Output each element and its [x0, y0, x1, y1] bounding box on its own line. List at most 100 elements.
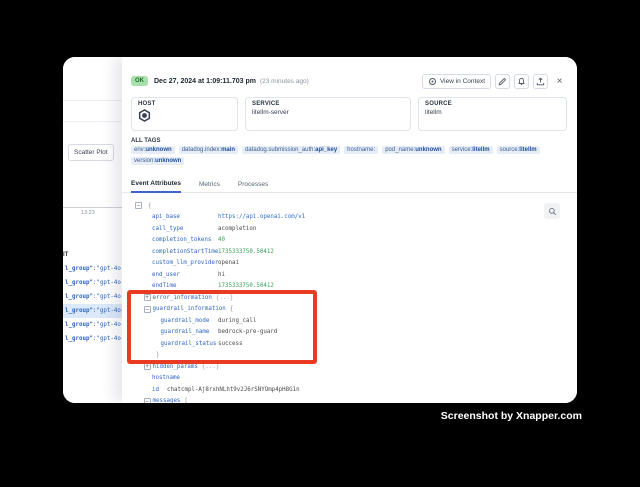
view-in-context-label: View in Context	[440, 78, 485, 85]
row-key: l_group"	[65, 322, 93, 328]
json-value: acompletion	[218, 226, 256, 232]
tag-value: unknown	[155, 158, 181, 164]
pencil-icon	[498, 77, 507, 86]
scope-icon	[428, 77, 437, 86]
tag-pill[interactable]: pod_name:unknown	[382, 146, 444, 154]
row-value: :"gpt-4o	[93, 308, 121, 314]
collapse-icon[interactable]: −	[144, 398, 151, 403]
mute-button[interactable]	[514, 74, 529, 89]
tag-key: version:	[134, 158, 155, 164]
json-key: id	[152, 387, 159, 393]
view-in-context-button[interactable]: View in Context	[422, 74, 491, 89]
json-key: completion_tokens	[152, 237, 211, 243]
json-row: completionStartTime1735333750.50412	[122, 246, 577, 258]
axis-tick-label: 13:23	[81, 210, 95, 216]
export-icon	[536, 77, 545, 86]
table-column-header: IT	[63, 252, 68, 258]
close-icon: ×	[557, 76, 563, 87]
json-value: 1735333750.50412	[218, 249, 274, 255]
tab-bar: Event Attributes Metrics Processes	[122, 175, 577, 193]
json-row: api_base https://api.openai.com/v1	[122, 212, 577, 224]
close-button[interactable]: ×	[552, 74, 567, 89]
search-button[interactable]	[544, 203, 560, 219]
json-key: call_type	[152, 226, 183, 232]
table-row[interactable]: l_group":"gpt-4o	[63, 262, 122, 276]
tag-key: datadog.submission_auth:	[245, 147, 315, 153]
json-row: −messages[	[122, 396, 577, 404]
host-box[interactable]: HOST	[131, 97, 238, 131]
table-row[interactable]: l_group":"gpt-4o	[63, 290, 122, 304]
edit-button[interactable]	[495, 74, 510, 89]
row-key: l_group"	[65, 266, 93, 272]
panel-header: OK Dec 27, 2024 at 1:09:11.703 pm (23 mi…	[131, 72, 567, 90]
json-key: hidden_params	[153, 364, 198, 370]
tag-key: hostname:	[347, 147, 375, 153]
json-key: messages	[153, 398, 181, 403]
service-label: SERVICE	[252, 101, 404, 107]
json-key: completionStartTime	[152, 249, 218, 255]
tag-value: litellm	[519, 147, 536, 153]
chart-axis-line	[63, 207, 122, 208]
json-value: {	[148, 203, 152, 209]
row-value: :"gpt-4o	[93, 322, 121, 328]
tag-key: source:	[500, 147, 520, 153]
divider	[63, 100, 122, 101]
tab-event-attributes[interactable]: Event Attributes	[131, 180, 181, 193]
collapse-icon[interactable]: −	[135, 202, 142, 209]
source-box[interactable]: SOURCE litellm	[418, 97, 567, 131]
table-rows: l_group":"gpt-4ol_group":"gpt-4ol_group"…	[63, 262, 122, 346]
all-tags-label: ALL TAGS	[131, 138, 160, 144]
tab-metrics[interactable]: Metrics	[199, 181, 220, 192]
expand-icon[interactable]: +	[144, 363, 151, 370]
export-button[interactable]	[533, 74, 548, 89]
host-hexagon-icon	[138, 109, 231, 122]
row-key: l_group"	[65, 280, 93, 286]
scatter-plot-button[interactable]: Scatter Plot	[68, 144, 114, 161]
service-box[interactable]: SERVICE litellm-server	[245, 97, 411, 131]
event-timestamp: Dec 27, 2024 at 1:09:11.703 pm	[154, 78, 256, 85]
tag-value: unknown	[415, 147, 441, 153]
tag-pill[interactable]: version:unknown	[131, 157, 184, 165]
tag-value: unknown	[145, 147, 171, 153]
tag-pill[interactable]: source:litellm	[497, 146, 540, 154]
json-value: {...}	[202, 364, 219, 370]
scatter-plot-label: Scatter Plot	[74, 149, 108, 156]
red-annotation-rectangle	[127, 290, 317, 364]
relative-time: (23 minutes ago)	[260, 78, 309, 85]
json-value[interactable]: https://api.openai.com/v1	[218, 214, 305, 220]
json-value: [	[184, 398, 188, 403]
tag-pill[interactable]: datadog.submission_auth:api_key	[242, 146, 340, 154]
info-boxes: HOST SERVICE litellm-server SOURCE litel…	[131, 97, 567, 131]
row-value: :"gpt-4o	[93, 336, 121, 342]
json-key: endTime	[152, 283, 176, 289]
row-value: :"gpt-4o	[93, 266, 121, 272]
tag-pill[interactable]: hostname:	[344, 146, 378, 154]
json-value: openai	[218, 260, 239, 266]
json-row: −{	[122, 200, 577, 212]
table-row[interactable]: l_group":"gpt-4o	[63, 276, 122, 290]
table-row[interactable]: l_group":"gpt-4o	[63, 304, 122, 318]
table-row[interactable]: l_group":"gpt-4o	[63, 318, 122, 332]
tag-key: pod_name:	[385, 147, 415, 153]
row-key: l_group"	[65, 308, 93, 314]
json-row: completion_tokens 40	[122, 235, 577, 247]
json-row: custom_llm_provideropenai	[122, 258, 577, 270]
tag-pill[interactable]: datadog.index:main	[179, 146, 238, 154]
json-row: call_type acompletion	[122, 223, 577, 235]
search-icon	[548, 207, 557, 216]
json-key: end_user	[152, 272, 180, 278]
table-row[interactable]: l_group":"gpt-4o	[63, 332, 122, 346]
tag-value: litellm	[472, 147, 489, 153]
json-row: idchatcmpl-Aj8rxhNLht9v2J6rSNYOmp4pH8G1n	[122, 384, 577, 396]
tag-pill[interactable]: service:litellm	[449, 146, 493, 154]
service-value: litellm-server	[252, 109, 404, 116]
json-key: api_base	[152, 214, 180, 220]
watermark-text: Screenshot by Xnapper.com	[441, 410, 582, 422]
tag-key: env:	[134, 147, 145, 153]
tab-processes[interactable]: Processes	[238, 181, 268, 192]
json-row: end_userhi	[122, 269, 577, 281]
tag-pill[interactable]: env:unknown	[131, 146, 175, 154]
row-value: :"gpt-4o	[93, 280, 121, 286]
background-page: Scatter Plot 13:23 IT l_group":"gpt-4ol_…	[63, 57, 122, 403]
json-value: 40	[218, 237, 225, 243]
